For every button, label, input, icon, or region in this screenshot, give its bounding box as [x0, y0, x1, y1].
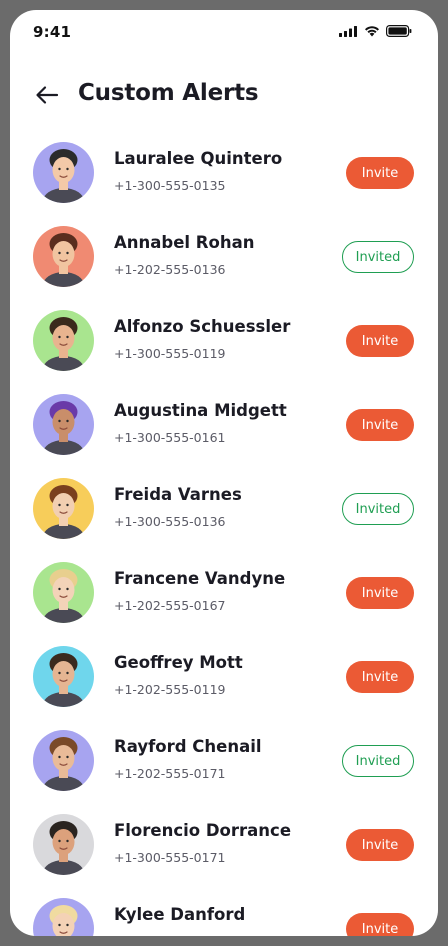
- contact-row[interactable]: Kylee Danford Invite: [10, 894, 438, 936]
- contact-phone: +1-202-555-0171: [114, 766, 226, 781]
- invite-button[interactable]: Invite: [346, 913, 414, 936]
- avatar: [33, 646, 94, 707]
- invite-button[interactable]: Invite: [346, 325, 414, 357]
- contact-phone: +1-300-555-0161: [114, 430, 226, 445]
- page-title: Custom Alerts: [78, 80, 259, 106]
- signal-icon: [339, 25, 357, 37]
- contact-name: Annabel Rohan: [114, 233, 255, 252]
- status-bar: 9:41: [10, 10, 438, 54]
- invite-button[interactable]: Invite: [346, 157, 414, 189]
- invited-button[interactable]: Invited: [342, 745, 414, 777]
- contact-phone: +1-300-555-0136: [114, 514, 226, 529]
- status-icons: [339, 25, 412, 37]
- contact-name: Freida Varnes: [114, 485, 242, 504]
- contact-row[interactable]: Annabel Rohan +1-202-555-0136 Invited: [10, 222, 438, 306]
- contact-row[interactable]: Alfonzo Schuessler +1-300-555-0119 Invite: [10, 306, 438, 390]
- contact-phone: +1-300-555-0135: [114, 178, 226, 193]
- avatar: [33, 478, 94, 539]
- contact-phone: +1-202-555-0167: [114, 598, 226, 613]
- arrow-left-icon: [36, 86, 59, 104]
- battery-icon: [386, 25, 412, 37]
- invite-button[interactable]: Invite: [346, 577, 414, 609]
- contact-row[interactable]: Francene Vandyne +1-202-555-0167 Invite: [10, 558, 438, 642]
- avatar: [33, 310, 94, 371]
- avatar: [33, 142, 94, 203]
- contact-name: Alfonzo Schuessler: [114, 317, 291, 336]
- contact-name: Kylee Danford: [114, 905, 246, 924]
- avatar: [33, 562, 94, 623]
- contact-phone: +1-202-555-0136: [114, 262, 226, 277]
- contact-row[interactable]: Augustina Midgett +1-300-555-0161 Invite: [10, 390, 438, 474]
- contact-name: Florencio Dorrance: [114, 821, 292, 840]
- phone-screen: 9:41 Custom Alerts Lauralee Quintero +1-…: [10, 10, 438, 936]
- invite-button[interactable]: Invite: [346, 661, 414, 693]
- avatar: [33, 898, 94, 936]
- contact-row[interactable]: Florencio Dorrance +1-300-555-0171 Invite: [10, 810, 438, 894]
- invited-button[interactable]: Invited: [342, 493, 414, 525]
- contact-name: Francene Vandyne: [114, 569, 286, 588]
- invited-button[interactable]: Invited: [342, 241, 414, 273]
- contact-phone: +1-202-555-0119: [114, 682, 226, 697]
- contact-list: Lauralee Quintero +1-300-555-0135 Invite An…: [10, 138, 438, 936]
- avatar: [33, 226, 94, 287]
- avatar: [33, 730, 94, 791]
- invite-button[interactable]: Invite: [346, 829, 414, 861]
- avatar: [33, 394, 94, 455]
- contact-name: Geoffrey Mott: [114, 653, 243, 672]
- contact-row[interactable]: Lauralee Quintero +1-300-555-0135 Invite: [10, 138, 438, 222]
- contact-row[interactable]: Rayford Chenail +1-202-555-0171 Invited: [10, 726, 438, 810]
- contact-name: Lauralee Quintero: [114, 149, 283, 168]
- contact-name: Augustina Midgett: [114, 401, 287, 420]
- back-button[interactable]: [34, 82, 60, 108]
- contact-row[interactable]: Freida Varnes +1-300-555-0136 Invited: [10, 474, 438, 558]
- contact-phone: +1-300-555-0119: [114, 346, 226, 361]
- contact-row[interactable]: Geoffrey Mott +1-202-555-0119 Invite: [10, 642, 438, 726]
- contact-phone: +1-300-555-0171: [114, 850, 226, 865]
- contact-name: Rayford Chenail: [114, 737, 262, 756]
- invite-button[interactable]: Invite: [346, 409, 414, 441]
- status-time: 9:41: [33, 23, 72, 41]
- wifi-icon: [365, 26, 379, 37]
- avatar: [33, 814, 94, 875]
- header: Custom Alerts: [10, 72, 438, 118]
